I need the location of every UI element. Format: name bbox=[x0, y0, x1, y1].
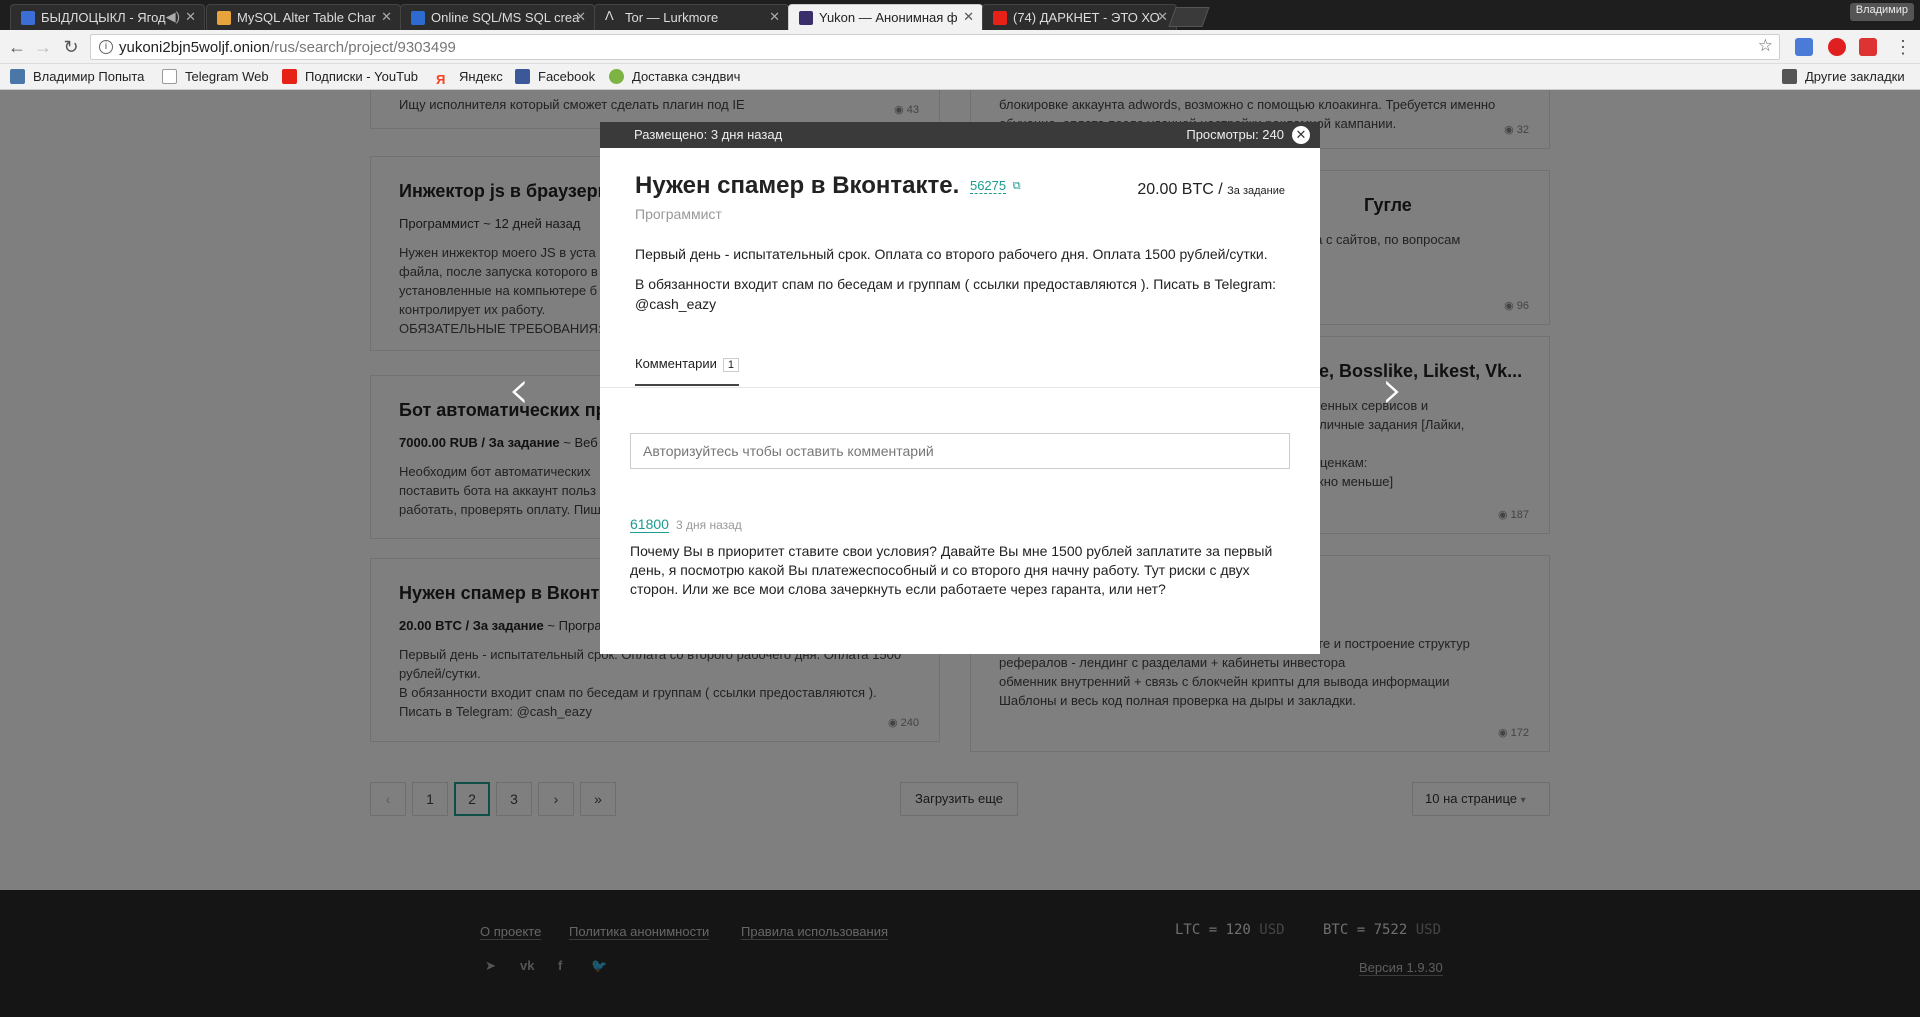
page-icon bbox=[162, 69, 177, 84]
bookmark-item[interactable]: Подписки - YouTub bbox=[282, 69, 418, 84]
delivery-icon bbox=[609, 69, 624, 84]
info-icon[interactable]: i bbox=[99, 40, 113, 54]
divider bbox=[600, 387, 1320, 388]
bookmark-item[interactable]: Я Яндекс bbox=[436, 69, 503, 87]
opera-extension-icon[interactable] bbox=[1828, 38, 1846, 56]
address-bar[interactable]: i yukoni2bjn5woljf.onion/rus/search/proj… bbox=[90, 34, 1780, 60]
youtube-favicon-icon bbox=[993, 11, 1007, 25]
vk-icon bbox=[10, 69, 25, 84]
prev-project-arrow-icon[interactable]: ‹ bbox=[508, 358, 530, 421]
project-category: Программист bbox=[635, 206, 722, 222]
next-project-arrow-icon[interactable]: › bbox=[1382, 358, 1404, 421]
tab-favicon-icon bbox=[217, 11, 231, 25]
browser-toolbar: ← → ↻ i yukoni2bjn5woljf.onion/rus/searc… bbox=[0, 30, 1920, 64]
bookmark-item[interactable]: Доставка сэндвич bbox=[609, 69, 740, 84]
bookmarks-bar: Владимир Попыта Telegram Web Подписки - … bbox=[0, 64, 1920, 90]
bookmark-star-icon[interactable]: ☆ bbox=[1758, 36, 1773, 56]
comment-author-link[interactable]: 61800 bbox=[630, 516, 669, 533]
tab-close-icon[interactable]: ✕ bbox=[963, 9, 974, 25]
back-icon[interactable]: ← bbox=[6, 36, 28, 58]
bookmark-item[interactable]: Telegram Web bbox=[162, 69, 269, 84]
new-tab-button[interactable] bbox=[1168, 7, 1210, 27]
tab-close-icon[interactable]: ✕ bbox=[185, 9, 196, 25]
folder-icon bbox=[1782, 69, 1797, 84]
tab-close-icon[interactable]: ✕ bbox=[1157, 9, 1168, 25]
tab-close-icon[interactable]: ✕ bbox=[381, 9, 392, 25]
cast-extension-icon[interactable] bbox=[1859, 38, 1877, 56]
reload-icon[interactable]: ↻ bbox=[60, 36, 82, 58]
other-bookmarks[interactable]: Другие закладки bbox=[1782, 69, 1905, 84]
tab-comments[interactable]: Комментарии 1 bbox=[635, 356, 740, 386]
modal-header: Размещено: 3 дня назад Просмотры: 240 ✕ bbox=[600, 122, 1320, 148]
tab-close-icon[interactable]: ✕ bbox=[769, 9, 780, 25]
project-description: Первый день - испытательный срок. Оплата… bbox=[635, 246, 1277, 312]
yandex-icon: Я bbox=[436, 72, 446, 87]
author-id-link[interactable]: 56275 bbox=[969, 178, 1007, 194]
comments-count-badge: 1 bbox=[722, 358, 740, 372]
modal-views: Просмотры: 240 bbox=[1186, 127, 1284, 142]
comment-text: Почему Вы в приоритет ставите свои услов… bbox=[630, 543, 1273, 597]
comment-time: 3 дня назад bbox=[676, 518, 742, 532]
forward-icon[interactable]: → bbox=[32, 36, 54, 58]
tab-favicon-icon bbox=[411, 11, 425, 25]
project-modal: Нужен спамер в Вконтакте. 56275 ⧉ Програ… bbox=[600, 148, 1320, 654]
browser-tab-active[interactable]: Yukon — Анонимная ф ✕ bbox=[788, 4, 983, 30]
facebook-icon bbox=[515, 69, 530, 84]
browser-tab[interactable]: БЫДЛОЦЫКЛ - Ягод ◀) ✕ bbox=[10, 4, 205, 30]
tab-favicon-icon bbox=[21, 11, 35, 25]
close-icon[interactable]: ✕ bbox=[1292, 126, 1310, 144]
bookmark-item[interactable]: Facebook bbox=[515, 69, 595, 84]
browser-tab[interactable]: MySQL Alter Table Char ✕ bbox=[206, 4, 401, 30]
browser-tab[interactable]: Λ Tor — Lurkmore ✕ bbox=[594, 4, 789, 30]
profile-button[interactable]: Владимир bbox=[1849, 3, 1914, 21]
youtube-icon bbox=[282, 69, 297, 84]
url-path: /rus/search/project/9303499 bbox=[269, 39, 456, 56]
speaker-icon[interactable]: ◀) bbox=[166, 9, 180, 25]
bookmark-item[interactable]: Владимир Попыта bbox=[10, 69, 144, 84]
comment-input[interactable]: Авторизуйтесь чтобы оставить комментарий bbox=[630, 433, 1290, 469]
tab-close-icon[interactable]: ✕ bbox=[575, 9, 586, 25]
translate-extension-icon[interactable] bbox=[1795, 38, 1813, 56]
tab-favicon-icon bbox=[799, 11, 813, 25]
copy-icon[interactable]: ⧉ bbox=[1013, 180, 1021, 192]
browser-tab[interactable]: (74) ДАРКНЕТ - ЭТО ХО ✕ bbox=[982, 4, 1177, 30]
browser-tab[interactable]: Online SQL/MS SQL crea ✕ bbox=[400, 4, 595, 30]
url-host: yukoni2bjn5woljf.onion bbox=[119, 39, 270, 56]
menu-icon[interactable]: ⋮ bbox=[1892, 36, 1914, 58]
lurkmore-favicon-icon: Λ bbox=[605, 8, 614, 23]
project-title: Нужен спамер в Вконтакте. 56275 ⧉ bbox=[635, 172, 1021, 199]
posted-time: Размещено: 3 дня назад bbox=[634, 127, 783, 142]
project-price: 20.00 BTC / За задание bbox=[1137, 181, 1285, 198]
browser-tab-strip: БЫДЛОЦЫКЛ - Ягод ◀) ✕ MySQL Alter Table Ch… bbox=[0, 0, 1920, 30]
